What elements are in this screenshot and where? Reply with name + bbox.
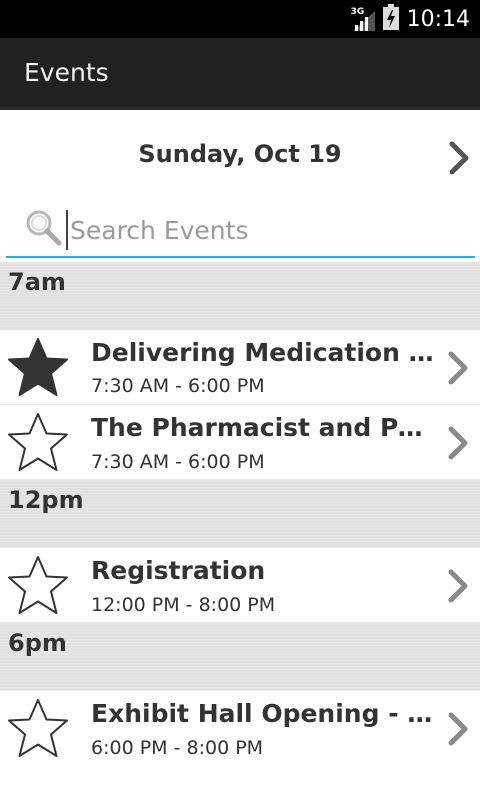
event-time: 7:30 AM - 6:00 PM <box>91 375 265 397</box>
event-row[interactable]: Exhibit Hall Opening - Mee… 6:00 PM - 8:… <box>0 691 480 766</box>
page-title: Events <box>24 58 109 87</box>
time-group-label: 12pm <box>8 486 84 514</box>
star-outline-icon[interactable] <box>6 554 70 622</box>
star-outline-icon[interactable] <box>6 411 70 479</box>
event-row[interactable]: The Pharmacist and Patie… 7:30 AM - 6:00… <box>0 405 480 480</box>
event-title: Delivering Medication Ther… <box>91 338 437 367</box>
current-date: Sunday, Oct 19 <box>138 140 342 168</box>
magnifier-icon <box>24 208 64 252</box>
clock: 10:14 <box>406 6 470 32</box>
event-row[interactable]: Registration 12:00 PM - 8:00 PM <box>0 548 480 623</box>
chevron-right-icon[interactable] <box>446 711 470 751</box>
event-title: The Pharmacist and Patie… <box>91 413 437 442</box>
event-time: 6:00 PM - 8:00 PM <box>91 737 264 759</box>
star-outline-icon[interactable] <box>6 697 70 765</box>
chevron-right-icon[interactable] <box>446 350 470 390</box>
time-group-header: 6pm <box>0 623 480 691</box>
signal-icon: 3G <box>351 5 377 33</box>
event-row[interactable]: Delivering Medication Ther… 7:30 AM - 6:… <box>0 330 480 405</box>
search-input[interactable] <box>66 210 466 250</box>
event-time: 7:30 AM - 6:00 PM <box>91 451 265 473</box>
status-icons: 3G 10:14 <box>351 0 470 38</box>
battery-charging-icon <box>382 4 399 34</box>
star-filled-icon[interactable] <box>6 336 70 404</box>
event-time: 12:00 PM - 8:00 PM <box>91 594 276 616</box>
time-group-label: 7am <box>8 268 66 296</box>
next-day-button[interactable] <box>446 140 474 176</box>
event-title: Registration <box>91 556 266 585</box>
date-navigator: Sunday, Oct 19 <box>0 112 480 202</box>
chevron-right-icon[interactable] <box>446 568 470 608</box>
time-group-label: 6pm <box>8 629 67 657</box>
search-box <box>6 202 475 258</box>
chevron-right-icon[interactable] <box>446 425 470 465</box>
action-bar: Events <box>0 38 480 110</box>
chevron-right-icon <box>449 141 469 175</box>
event-title: Exhibit Hall Opening - Mee… <box>91 699 437 728</box>
time-group-header: 7am <box>0 262 480 330</box>
time-group-header: 12pm <box>0 480 480 548</box>
status-bar: 3G 10:14 <box>0 0 480 38</box>
